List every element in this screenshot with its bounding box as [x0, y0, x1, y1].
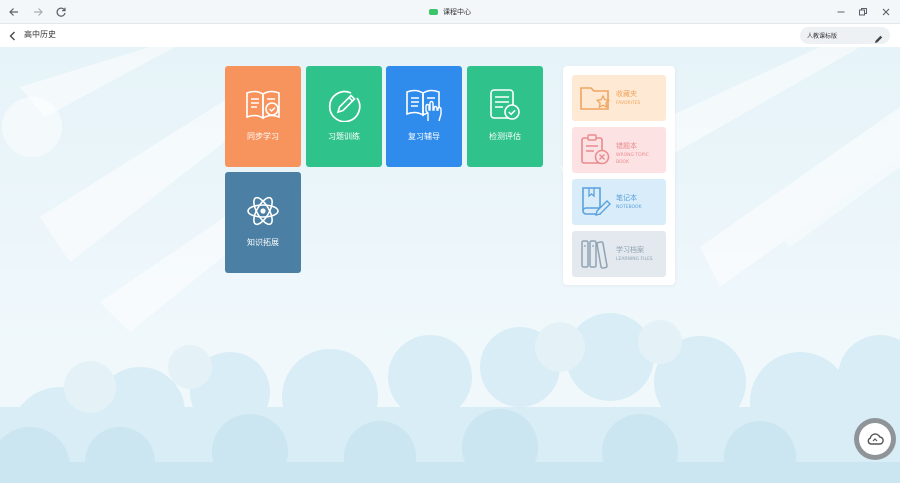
pencil-circle-icon: [328, 90, 361, 122]
personal-panel: 收藏夹 FAVORITES 错题本 WRONG TOPIC BOOK 笔记本 N…: [563, 66, 675, 285]
title-bar: 课程中心: [0, 0, 900, 24]
tile-exercise-training[interactable]: 习题训练: [306, 66, 382, 167]
checklist-icon: [490, 89, 520, 120]
edition-label: 人教课标版: [807, 33, 838, 40]
nav-bar: 高中历史 人教课标版: [0, 24, 900, 47]
tile-test-evaluation[interactable]: 检测评估: [467, 66, 543, 167]
card-title: 学习档案: [616, 246, 644, 254]
page-title: 高中历史: [24, 30, 56, 39]
card-subtitle: FAVORITES: [616, 101, 641, 106]
card-title: 收藏夹: [616, 90, 637, 98]
tile-sync-study[interactable]: 同步学习: [225, 66, 301, 167]
card-learning-files[interactable]: 学习档案 LEARNING FILES: [572, 231, 666, 277]
chevron-left-icon[interactable]: [6, 28, 20, 42]
notebook-pen-icon: [582, 187, 611, 216]
edition-selector[interactable]: 人教课标版: [800, 27, 890, 44]
tile-review-tutoring[interactable]: 复习辅导: [386, 66, 462, 167]
close-icon[interactable]: [877, 3, 895, 21]
book-icon: [246, 90, 280, 120]
book-hand-icon: [406, 89, 442, 122]
cloud-sync-button[interactable]: [854, 418, 896, 460]
cloud-icon: [867, 433, 884, 445]
folder-star-icon: [580, 87, 611, 110]
app-status-icon: [429, 9, 438, 15]
binders-icon: [581, 240, 608, 269]
card-title: 错题本: [616, 142, 637, 150]
tile-label: 检测评估: [489, 132, 521, 141]
clipboard-x-icon: [581, 134, 610, 165]
restore-icon[interactable]: [854, 3, 872, 21]
minimize-icon[interactable]: [832, 3, 850, 21]
tile-label: 知识拓展: [247, 238, 279, 247]
card-title: 笔记本: [616, 194, 637, 202]
card-notebook[interactable]: 笔记本 NOTEBOOK: [572, 179, 666, 225]
card-subtitle: WRONG TOPIC BOOK: [616, 153, 649, 165]
window-title: 课程中心: [0, 5, 900, 19]
tile-knowledge-extension[interactable]: 知识拓展: [225, 172, 301, 273]
card-subtitle: LEARNING FILES: [616, 257, 653, 262]
card-favorites[interactable]: 收藏夹 FAVORITES: [572, 75, 666, 121]
pencil-icon[interactable]: [873, 30, 884, 43]
tile-label: 复习辅导: [408, 132, 440, 141]
card-subtitle: NOTEBOOK: [616, 205, 642, 210]
tile-label: 习题训练: [328, 132, 360, 141]
card-wrong-topic-book[interactable]: 错题本 WRONG TOPIC BOOK: [572, 127, 666, 173]
atom-icon: [247, 196, 279, 226]
tile-label: 同步学习: [247, 132, 279, 141]
window-title-text: 课程中心: [443, 8, 471, 16]
